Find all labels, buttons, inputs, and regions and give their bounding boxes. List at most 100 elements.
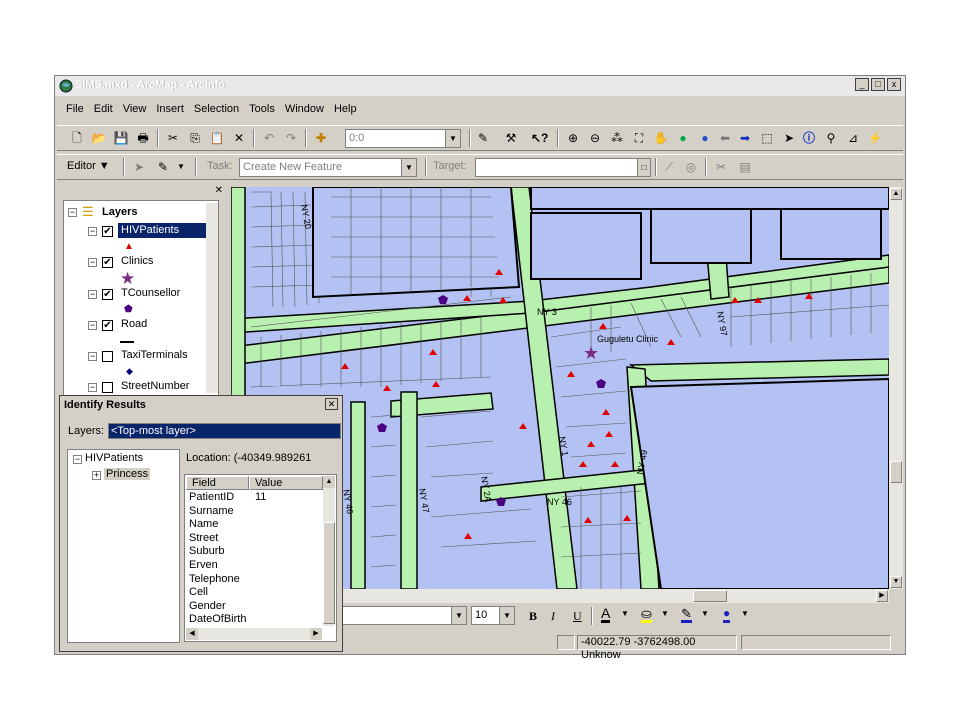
layer-visibility-checkbox[interactable]: ✔ — [102, 320, 113, 331]
toc-layer-taxiterminals[interactable]: − TaxiTerminals — [64, 348, 212, 366]
collapse-icon[interactable]: − — [88, 352, 97, 361]
font-name-combo[interactable]: ▼ — [335, 606, 467, 625]
attribute-row[interactable]: Street — [189, 532, 319, 545]
table-scrollbar[interactable]: ▲ — [323, 476, 335, 626]
menu-file[interactable]: File — [66, 103, 84, 115]
collapse-icon[interactable]: − — [88, 258, 97, 267]
hyperlink-bolt-icon[interactable]: ⚡ — [867, 130, 883, 146]
chevron-down-icon[interactable]: ▼ — [173, 159, 189, 175]
editor-toolbar-icon[interactable]: ✎ — [475, 130, 491, 146]
full-extent-globe-icon[interactable]: ● — [675, 130, 691, 146]
edit-arrow-icon[interactable]: ➤ — [131, 159, 147, 175]
zoom-in-icon[interactable]: ⊕ — [565, 130, 581, 146]
open-folder-icon[interactable]: 📂 — [91, 130, 107, 146]
select-elements-arrow-icon[interactable]: ➤ — [781, 130, 797, 146]
chevron-down-icon[interactable]: □ — [637, 159, 650, 176]
print-icon[interactable]: 🖶 — [135, 130, 151, 146]
target-combo[interactable]: □ — [475, 158, 651, 177]
font-color-button[interactable]: A — [601, 606, 611, 623]
line-tool-icon[interactable]: ⟋ — [661, 159, 677, 175]
back-arrow-icon[interactable]: ⬅ — [717, 130, 733, 146]
attribute-row[interactable]: DateOfBirth — [189, 613, 319, 626]
identify-close-button[interactable]: ✕ — [325, 398, 338, 410]
fixed-zoom-out-icon[interactable]: ⛶ — [631, 130, 647, 146]
scroll-down-icon[interactable]: ▼ — [890, 576, 902, 588]
layers-dropdown[interactable]: <Top-most layer> — [108, 423, 341, 439]
attribute-row[interactable]: Surname — [189, 505, 319, 518]
layer-visibility-checkbox[interactable] — [102, 382, 113, 393]
zoom-out-icon[interactable]: ⊖ — [587, 130, 603, 146]
whats-this-icon[interactable]: ↖? — [531, 130, 548, 146]
identify-results-dialog[interactable]: Identify Results ✕ Layers: <Top-most lay… — [59, 395, 343, 652]
collapse-icon[interactable]: − — [88, 227, 97, 236]
marker-color-icon[interactable]: ● — [723, 607, 731, 623]
attribute-row[interactable]: Telephone — [189, 573, 319, 586]
copy-icon[interactable]: ⎘ — [187, 130, 203, 146]
attribute-row[interactable]: Suburb — [189, 545, 319, 558]
scroll-left-icon[interactable]: ◀ — [186, 628, 198, 640]
chevron-down-icon[interactable]: ▼ — [445, 130, 460, 147]
table-horizontal-scrollbar[interactable]: ◀ ▶ — [186, 628, 322, 640]
task-combo[interactable]: Create New Feature ▼ — [239, 158, 417, 177]
attribute-row[interactable]: Name — [189, 518, 319, 531]
circle-tool-icon[interactable]: ◎ — [683, 159, 699, 175]
scroll-up-icon[interactable]: ▲ — [890, 188, 902, 200]
forward-arrow-icon[interactable]: ➡ — [737, 130, 753, 146]
layer-visibility-checkbox[interactable]: ✔ — [102, 289, 113, 300]
menu-window[interactable]: Window — [285, 103, 324, 115]
toc-layer-clinics[interactable]: − ✔ Clinics — [64, 254, 212, 272]
menu-tools[interactable]: Tools — [249, 103, 275, 115]
select-features-icon[interactable]: ⬚ — [759, 130, 775, 146]
minimize-button[interactable]: _ — [855, 78, 869, 91]
toc-scrollbar[interactable] — [206, 203, 218, 393]
attributes-table-icon[interactable]: ▤ — [737, 159, 753, 175]
measure-icon[interactable]: ⊿ — [845, 130, 861, 146]
editor-menu-button[interactable]: Editor ▼ — [67, 160, 110, 172]
toc-layer-tcounsellor[interactable]: − ✔ TCounsellor — [64, 286, 212, 304]
title-bar[interactable]: SIMS.mxd - ArcMap - ArcInfo _ □ x — [55, 76, 905, 96]
value-column-header[interactable]: Value — [249, 476, 323, 490]
new-file-icon[interactable]: 🗋 — [69, 130, 85, 146]
close-button[interactable]: x — [887, 78, 901, 91]
toc-close-icon[interactable]: ✕ — [215, 185, 223, 196]
attribute-row[interactable]: PatientID 11 — [189, 491, 319, 504]
menu-help[interactable]: Help — [334, 103, 357, 115]
collapse-icon[interactable]: − — [73, 455, 82, 464]
paste-icon[interactable]: 📋 — [209, 130, 225, 146]
chevron-down-icon[interactable]: ▼ — [621, 609, 629, 618]
menu-edit[interactable]: Edit — [94, 103, 113, 115]
scroll-up-icon[interactable]: ▲ — [323, 476, 335, 488]
scroll-thumb[interactable] — [890, 461, 902, 483]
attributes-table[interactable]: Field Value PatientID 11 Surname Name Street… — [184, 474, 337, 642]
identify-icon[interactable]: ⓘ — [801, 130, 817, 146]
toc-layer-hivpatients[interactable]: − ✔ HIVPatients — [64, 223, 212, 241]
menu-selection[interactable]: Selection — [194, 103, 239, 115]
full-extent-alt-globe-icon[interactable]: ● — [697, 130, 713, 146]
attribute-row[interactable]: Cell — [189, 586, 319, 599]
map-horizontal-scrollbar[interactable]: ▶ — [341, 589, 889, 603]
fixed-zoom-in-icon[interactable]: ⁂ — [609, 130, 625, 146]
underline-button[interactable]: U — [573, 609, 582, 624]
layer-visibility-checkbox[interactable]: ✔ — [102, 226, 113, 237]
save-icon[interactable]: 💾 — [113, 130, 129, 146]
line-color-pen-icon[interactable]: ✎ — [681, 607, 692, 623]
map-scale-combo[interactable]: 0:0 ▼ — [345, 129, 461, 148]
chevron-down-icon[interactable]: ▼ — [451, 607, 466, 624]
delete-icon[interactable]: ✕ — [231, 130, 247, 146]
bold-button[interactable]: B — [529, 609, 537, 624]
chevron-down-icon[interactable]: ▼ — [499, 607, 514, 624]
chevron-down-icon[interactable]: ▼ — [661, 609, 669, 618]
italic-button[interactable]: I — [551, 609, 555, 624]
expand-icon[interactable]: + — [92, 471, 101, 480]
collapse-icon[interactable]: − — [68, 208, 77, 217]
scroll-right-icon[interactable]: ▶ — [876, 590, 888, 602]
chevron-down-icon[interactable]: ▼ — [401, 159, 416, 176]
chevron-down-icon[interactable]: ▼ — [741, 609, 749, 618]
map-vertical-scrollbar[interactable]: ▲ ▼ — [889, 187, 903, 589]
chevron-down-icon[interactable]: ▼ — [701, 609, 709, 618]
sketch-pencil-icon[interactable]: ✎ — [155, 159, 171, 175]
menu-view[interactable]: View — [123, 103, 147, 115]
collapse-icon[interactable]: − — [88, 321, 97, 330]
maximize-button[interactable]: □ — [871, 78, 885, 91]
layer-visibility-checkbox[interactable] — [102, 351, 113, 362]
